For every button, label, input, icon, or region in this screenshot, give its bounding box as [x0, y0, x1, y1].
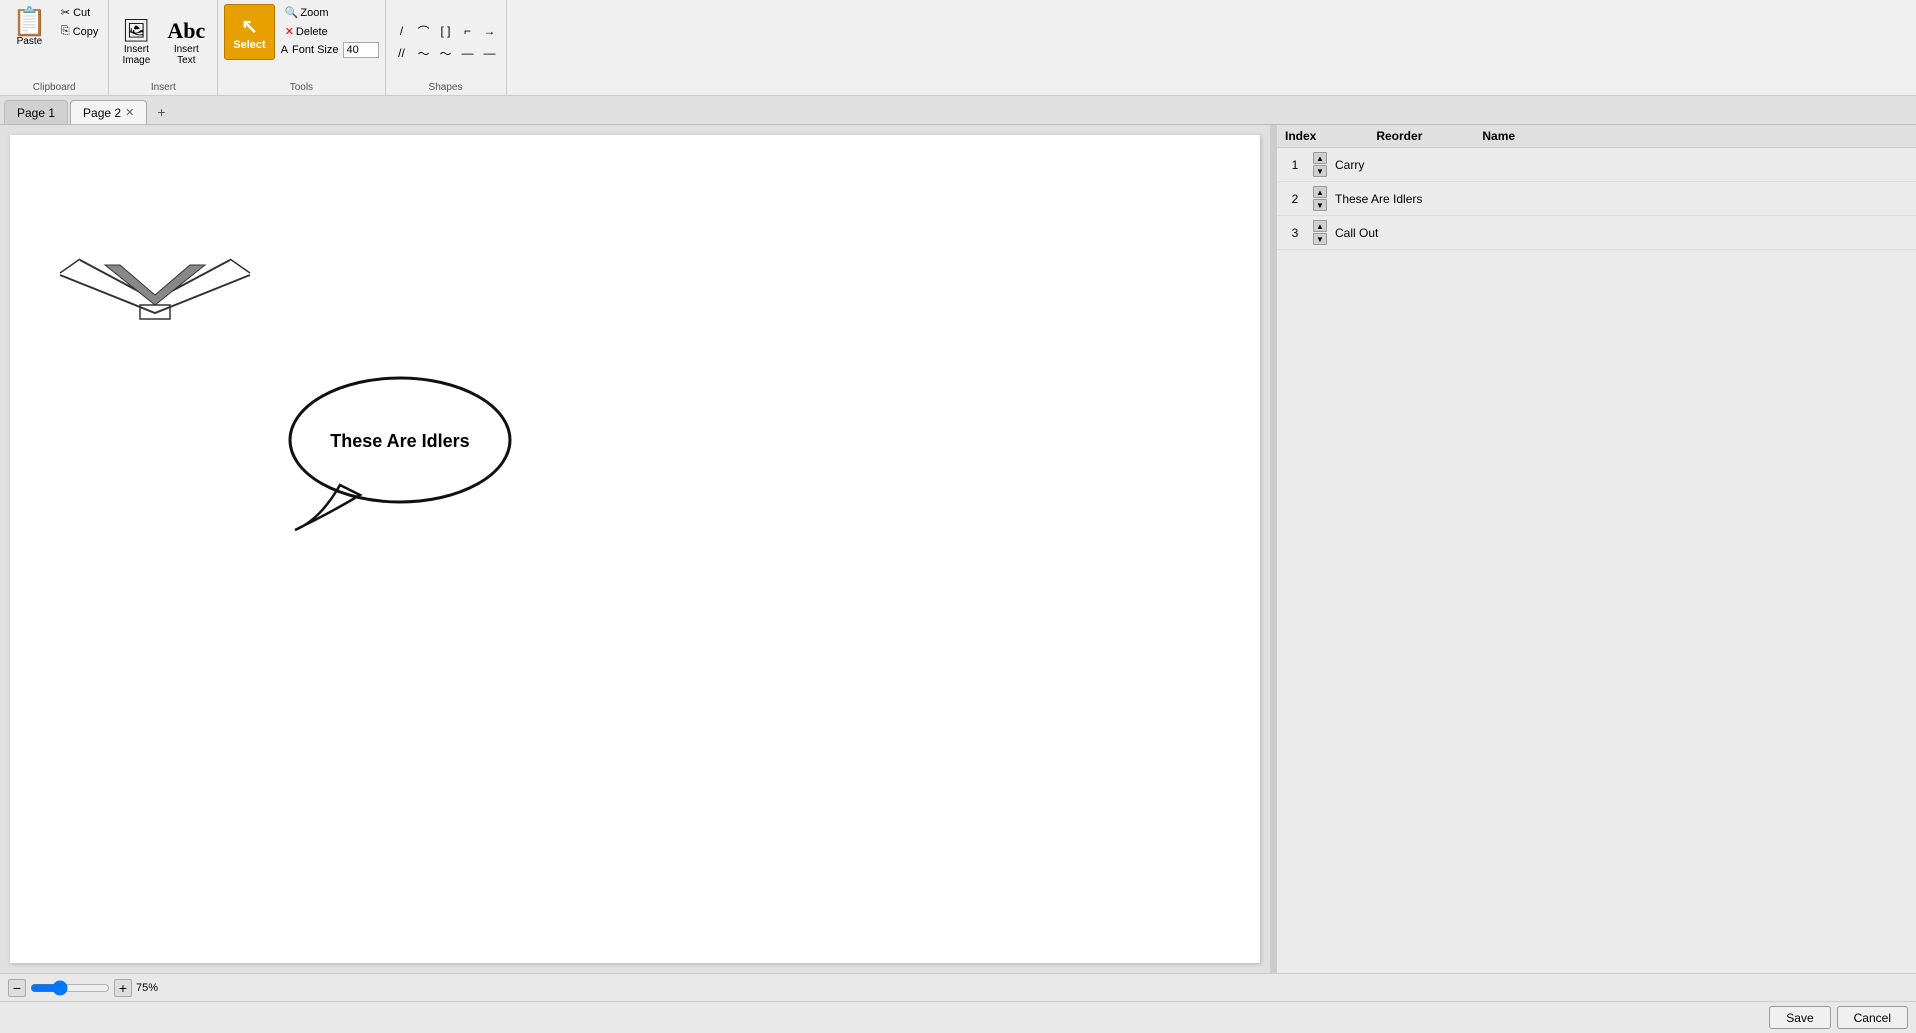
shapes-section: / ⌒ [ ] ⌐ → // 〜 〜 — — Shapes [386, 0, 507, 95]
svg-text:These Are Idlers: These Are Idlers [330, 431, 469, 451]
shape-diag-btn[interactable]: // [392, 43, 412, 63]
tab-page1[interactable]: Page 1 [4, 100, 68, 124]
cut-label: Cut [73, 7, 90, 19]
text-icon: Abc [167, 18, 205, 44]
canvas-area[interactable]: These Are Idlers [0, 125, 1270, 973]
canvas-page: These Are Idlers [10, 135, 1260, 963]
zoom-delete-column: 🔍 Zoom ✕ Delete A Font Size [281, 4, 379, 58]
layers-reorder-header: Reorder [1376, 129, 1422, 143]
cut-copy-column: ✂ Cut ⎘ Copy [57, 4, 103, 40]
chevron-shape[interactable] [50, 245, 260, 328]
font-size-input[interactable] [343, 42, 379, 58]
paste-label: Paste [17, 36, 43, 47]
layers-index-header: Index [1285, 129, 1316, 143]
insert-image-button[interactable]: 🖼 InsertImage [115, 14, 157, 70]
shape-wave-btn[interactable]: 〜 [414, 43, 434, 63]
font-size-label: Font Size [292, 44, 338, 56]
layer-row-1: 1 ▲ ▼ Carry [1277, 148, 1916, 182]
layer-3-down-btn[interactable]: ▼ [1313, 233, 1327, 245]
insert-text-label: InsertText [174, 44, 199, 66]
layer-2-name: These Are Idlers [1335, 192, 1908, 206]
tab-add-button[interactable]: + [149, 100, 173, 124]
save-button[interactable]: Save [1769, 1006, 1830, 1029]
chevron-svg [50, 245, 260, 325]
insert-text-button[interactable]: Abc InsertText [161, 14, 211, 70]
scissors-icon: ✂ [61, 6, 70, 19]
zoom-button[interactable]: 🔍 Zoom [281, 4, 379, 21]
tab-page2-close[interactable]: ✕ [125, 106, 134, 119]
layer-1-up-btn[interactable]: ▲ [1313, 152, 1327, 164]
layers-name-header: Name [1482, 129, 1515, 143]
right-panel: Index Reorder Name 1 ▲ ▼ Carry 2 ▲ ▼ [1276, 125, 1916, 973]
layer-3-index: 3 [1285, 226, 1305, 240]
select-icon: ↖ [241, 14, 258, 39]
layer-row-3: 3 ▲ ▼ Call Out [1277, 216, 1916, 250]
tools-label: Tools [290, 82, 313, 93]
clipboard-label: Clipboard [33, 82, 76, 93]
paste-button[interactable]: 📋 Paste [6, 4, 53, 51]
insert-image-label: InsertImage [122, 44, 150, 66]
layer-3-name: Call Out [1335, 226, 1908, 240]
zoom-icon: 🔍 [285, 6, 299, 19]
layer-2-up-btn[interactable]: ▲ [1313, 186, 1327, 198]
zoom-controls: − + 75% [8, 979, 158, 997]
cancel-button[interactable]: Cancel [1837, 1006, 1908, 1029]
status-bar: − + 75% [0, 973, 1916, 1001]
delete-button[interactable]: ✕ Delete [281, 23, 379, 40]
layer-row-2: 2 ▲ ▼ These Are Idlers [1277, 182, 1916, 216]
delete-label: Delete [296, 26, 328, 38]
delete-icon: ✕ [285, 25, 294, 38]
zoom-label: Zoom [300, 7, 328, 19]
copy-label: Copy [73, 26, 99, 38]
layer-1-reorder: ▲ ▼ [1313, 152, 1327, 177]
layer-2-down-btn[interactable]: ▼ [1313, 199, 1327, 211]
cut-button[interactable]: ✂ Cut [57, 4, 103, 21]
shape-line-btn[interactable]: / [392, 21, 412, 41]
font-size-icon: A [281, 44, 288, 56]
zoom-percent-label: 75% [136, 982, 158, 994]
shape-rounded-btn[interactable]: ⌐ [458, 21, 478, 41]
font-size-row: A Font Size [281, 42, 379, 58]
insert-label: Insert [151, 82, 176, 93]
shapes-grid: / ⌒ [ ] ⌐ → // 〜 〜 — — [392, 21, 500, 63]
tab-page2[interactable]: Page 2 ✕ [70, 100, 147, 124]
shapes-label: Shapes [429, 82, 463, 93]
layer-2-index: 2 [1285, 192, 1305, 206]
zoom-slider[interactable] [30, 980, 110, 996]
callout-svg: These Are Idlers [280, 365, 520, 535]
toolbar: 📋 Paste ✂ Cut ⎘ Copy Clipboard 🖼 InsertI… [0, 0, 1916, 96]
shape-wave2-btn[interactable]: 〜 [436, 43, 456, 63]
main-layout: These Are Idlers Index Reorder Name 1 ▲ … [0, 125, 1916, 973]
layer-1-name: Carry [1335, 158, 1908, 172]
tab-page2-label: Page 2 [83, 106, 121, 120]
layer-3-reorder: ▲ ▼ [1313, 220, 1327, 245]
shape-rect-btn[interactable]: [ ] [436, 21, 456, 41]
select-button[interactable]: ↖ Select [224, 4, 274, 60]
tools-section: ↖ Select 🔍 Zoom ✕ Delete A Font Size [218, 0, 385, 95]
zoom-in-button[interactable]: + [114, 979, 132, 997]
copy-button[interactable]: ⎘ Copy [57, 23, 103, 40]
layer-3-up-btn[interactable]: ▲ [1313, 220, 1327, 232]
layers-header: Index Reorder Name [1277, 125, 1916, 148]
insert-section: 🖼 InsertImage Abc InsertText Insert [109, 0, 218, 95]
layer-1-down-btn[interactable]: ▼ [1313, 165, 1327, 177]
tab-page1-label: Page 1 [17, 106, 55, 120]
shape-dash-btn[interactable]: — [458, 43, 478, 63]
callout-shape[interactable]: These Are Idlers [280, 365, 520, 538]
layer-2-reorder: ▲ ▼ [1313, 186, 1327, 211]
shape-arrow-btn[interactable]: → [480, 21, 500, 41]
paste-icon: 📋 [12, 8, 47, 36]
layers-panel: Index Reorder Name 1 ▲ ▼ Carry 2 ▲ ▼ [1277, 125, 1916, 973]
image-icon: 🖼 [122, 18, 150, 44]
shape-dash2-btn[interactable]: — [480, 43, 500, 63]
clipboard-section: 📋 Paste ✂ Cut ⎘ Copy Clipboard [0, 0, 109, 95]
tabs-bar: Page 1 Page 2 ✕ + [0, 96, 1916, 125]
select-label: Select [233, 39, 265, 51]
layer-1-index: 1 [1285, 158, 1305, 172]
copy-icon: ⎘ [61, 25, 70, 38]
zoom-out-button[interactable]: − [8, 979, 26, 997]
shape-arc-btn[interactable]: ⌒ [414, 21, 434, 41]
